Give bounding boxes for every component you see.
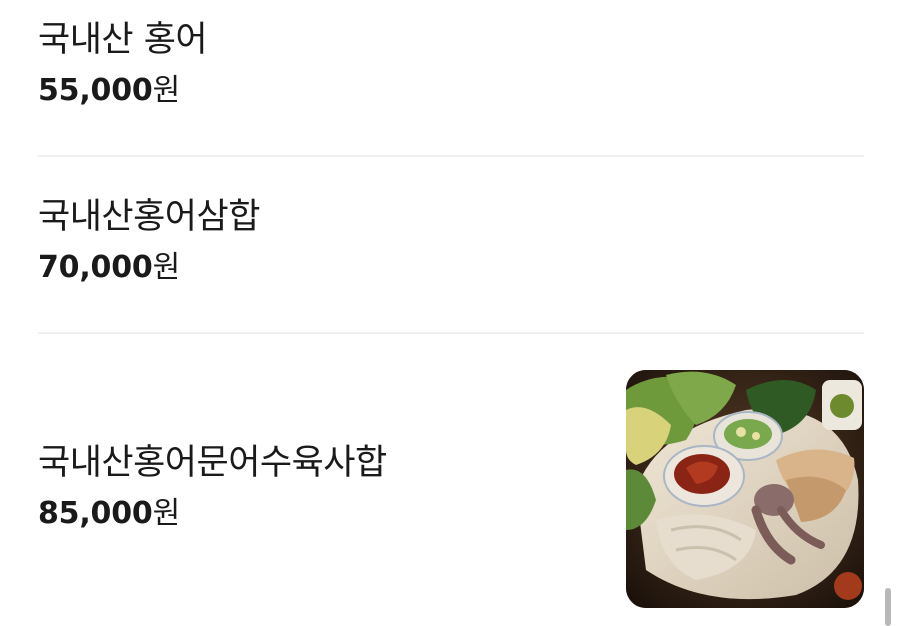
price-currency: 원 <box>152 250 181 286</box>
price-amount: 85,000 <box>38 496 153 532</box>
menu-list: 국내산 홍어 55,000원 국내산홍어삼합 70,000원 국내산홍어문어수육… <box>0 0 900 626</box>
price-amount: 70,000 <box>38 250 153 286</box>
menu-item-name: 국내산홍어삼합 <box>38 197 260 237</box>
menu-item-price: 55,000원 <box>38 74 864 109</box>
menu-item-skate-samhap[interactable]: 국내산홍어삼합 70,000원 <box>38 197 864 286</box>
price-currency: 원 <box>152 496 181 532</box>
divider <box>38 332 864 334</box>
menu-item-price: 70,000원 <box>38 251 864 286</box>
price-amount: 55,000 <box>38 73 153 109</box>
menu-item-thumbnail[interactable] <box>626 370 864 608</box>
scrollbar-thumb[interactable] <box>885 588 891 626</box>
menu-item-skate[interactable]: 국내산 홍어 55,000원 <box>38 20 864 109</box>
price-currency: 원 <box>152 73 181 109</box>
food-platter-image <box>626 370 864 608</box>
menu-item-name: 국내산 홍어 <box>38 20 208 60</box>
divider <box>38 155 864 157</box>
